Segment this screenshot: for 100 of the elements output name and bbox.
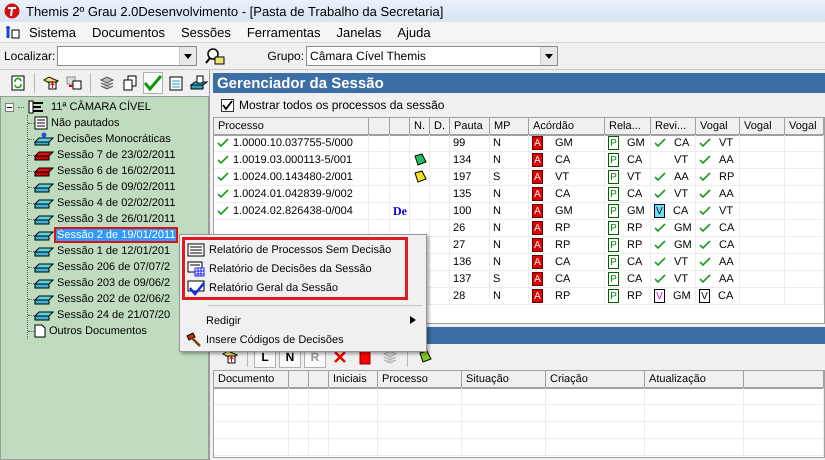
tree-item[interactable]: Sessão 5 de 09/02/2011 xyxy=(56,181,176,193)
stack-icon xyxy=(382,350,398,364)
column-header[interactable]: Vogal xyxy=(740,118,785,136)
menu-item[interactable]: Relatório Geral da Sessão xyxy=(185,278,405,297)
table-cell xyxy=(785,288,824,305)
checklist-icon xyxy=(187,280,205,296)
cell-text: RP xyxy=(555,222,570,234)
tree-item[interactable]: Sessão 7 de 23/02/2011 xyxy=(56,149,176,161)
table-cell: 26 xyxy=(450,220,490,237)
table-cell xyxy=(289,439,309,456)
refresh-icon xyxy=(11,75,26,91)
menu-item[interactable]: Ferramentas xyxy=(240,24,328,40)
checkmark-icon-button[interactable] xyxy=(142,72,163,94)
column-header[interactable]: MP xyxy=(490,118,529,136)
submenu-arrow-icon xyxy=(410,316,416,324)
tree-item[interactable]: Sessão 202 de 02/06/2 xyxy=(56,293,172,305)
table-cell: N xyxy=(490,220,529,237)
column-header[interactable]: Rela... xyxy=(605,118,651,136)
table-cell: 99 xyxy=(450,135,490,152)
menu-item[interactable]: Relatório de Decisões da Sessão xyxy=(185,259,405,278)
cell-text: GM xyxy=(627,205,645,217)
cell-text: 1.0024.01.042839-9/002 xyxy=(233,188,353,200)
document-badge: P xyxy=(608,238,619,252)
cell-text: 1.0024.02.826438-0/004 xyxy=(233,205,353,217)
gavel-icon xyxy=(184,332,202,348)
menu-item[interactable]: Redigir xyxy=(182,311,424,330)
tree-item[interactable]: 11ª CÂMARA CÍVEL xyxy=(50,101,152,113)
tree-item[interactable]: Sessão 4 de 02/02/2011 xyxy=(56,197,176,209)
menu-item[interactable]: Sistema xyxy=(22,24,83,40)
table-cell xyxy=(390,135,410,152)
group-combo[interactable]: Câmara Cível Themis xyxy=(306,46,558,66)
tree-item[interactable]: Decisões Monocráticas xyxy=(56,133,172,145)
checkbox-label: Mostrar todos os processos da sessão xyxy=(239,98,444,112)
menu-item[interactable]: Insere Códigos de Decisões xyxy=(182,330,424,349)
tree-item[interactable]: Outros Documentos xyxy=(48,325,148,337)
table-cell: S xyxy=(490,169,529,186)
cell-text: CA xyxy=(719,222,734,234)
document-badge: A xyxy=(532,187,543,201)
panel-header: Gerenciador da Sessão xyxy=(213,73,825,93)
cell-text: RP xyxy=(627,290,642,302)
menu-item[interactable]: Relatório de Processos Sem Decisão xyxy=(185,240,405,259)
menu-item[interactable]: Documentos xyxy=(84,24,172,40)
column-header[interactable]: Atualização xyxy=(645,371,744,389)
checkbox[interactable] xyxy=(221,98,234,112)
table-cell xyxy=(329,388,378,405)
table-cell: 100 xyxy=(450,203,490,220)
table-cell xyxy=(785,271,824,288)
tree-item[interactable]: Sessão 6 de 16/02/2011 xyxy=(56,165,176,177)
check-icon xyxy=(217,155,229,165)
table-cell: N xyxy=(490,152,529,169)
document-badge: P xyxy=(608,153,619,167)
cell-text: CA xyxy=(627,188,642,200)
tree-item[interactable]: Sessão 3 de 26/01/2011 xyxy=(56,213,176,225)
tree-item[interactable]: Sessão 1 de 12/01/201 xyxy=(56,245,172,257)
column-header[interactable]: Acórdão xyxy=(529,118,605,136)
column-header[interactable]: Vogal xyxy=(696,118,740,136)
menu-item[interactable]: Sessões xyxy=(174,24,238,40)
column-header[interactable]: Situação xyxy=(462,371,546,389)
table-cell xyxy=(785,169,824,186)
document-badge: P xyxy=(608,170,619,184)
search-combo[interactable] xyxy=(57,46,198,66)
person-document-icon xyxy=(4,25,20,39)
document-badge: P xyxy=(608,221,619,235)
notepad-icon xyxy=(169,75,184,91)
table-cell xyxy=(785,152,824,169)
search-label: Localizar: xyxy=(4,49,56,63)
column-header[interactable]: D. xyxy=(430,118,450,136)
collapse-icon[interactable] xyxy=(5,102,14,112)
table-cell xyxy=(785,186,824,203)
cell-text: GM xyxy=(555,205,573,217)
menu-item[interactable]: Janelas xyxy=(330,24,388,40)
column-header[interactable]: Revi... xyxy=(651,118,696,136)
menu-item[interactable]: Ajuda xyxy=(390,24,438,40)
column-header[interactable]: Criação xyxy=(546,371,645,389)
column-header[interactable]: Processo xyxy=(378,371,462,389)
dropdown-icon xyxy=(545,54,554,58)
document-badge: V xyxy=(699,289,710,303)
document-badge: A xyxy=(532,153,543,167)
cell-text: AA xyxy=(719,273,734,285)
column-header[interactable]: Processo xyxy=(214,118,369,136)
table-cell: 27 xyxy=(450,237,490,254)
cell-text: 1.0019.03.000113-5/001 xyxy=(233,154,352,166)
column-header[interactable]: Pauta xyxy=(450,118,490,136)
folder-upload-icon xyxy=(42,76,59,90)
cell-text: VT xyxy=(674,256,688,268)
cell-text: 1.0024.00.143480-2/001 xyxy=(233,171,353,183)
tree-item[interactable]: Sessão 203 de 09/06/2 xyxy=(56,277,172,289)
check-icon xyxy=(217,138,229,148)
window-title: Themis 2º Grau 2.0Desenvolvimento - [Pasta de Trabalho da Secretaria] xyxy=(26,4,444,18)
document-badge: P xyxy=(608,187,619,201)
table-cell xyxy=(309,439,329,456)
tree-item[interactable]: Sessão 24 de 21/07/20 xyxy=(56,309,172,321)
table-cell: N xyxy=(490,203,529,220)
column-header[interactable]: N. xyxy=(410,118,430,136)
cell-text: De xyxy=(393,204,407,218)
column-header[interactable]: Documento xyxy=(214,371,289,389)
column-header[interactable]: Iniciais xyxy=(329,371,378,389)
column-header[interactable]: Vogal xyxy=(785,118,824,136)
tree-item[interactable]: Sessão 206 de 07/07/2 xyxy=(56,261,172,273)
tree-item[interactable]: Não pautados xyxy=(50,117,120,129)
